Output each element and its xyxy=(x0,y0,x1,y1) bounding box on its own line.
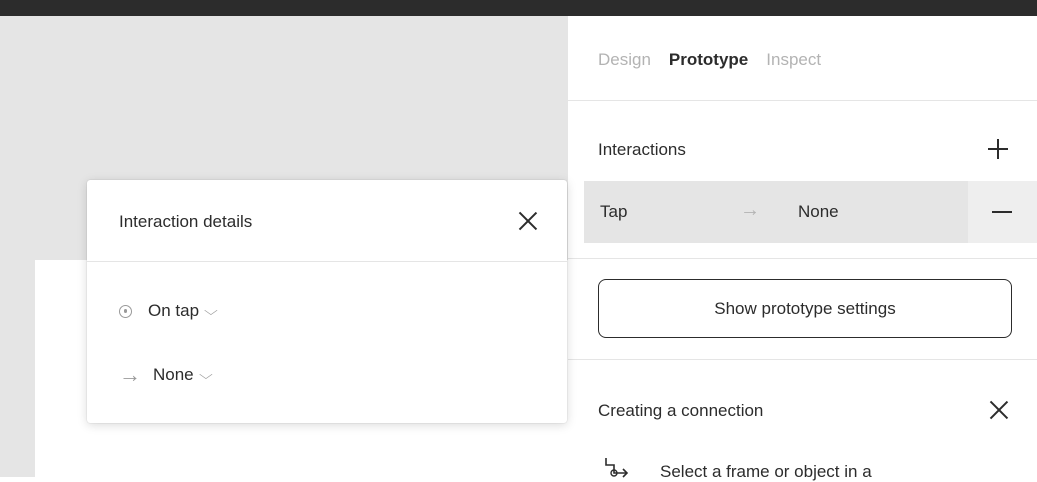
trigger-label: On tap xyxy=(148,301,200,320)
interactions-title: Interactions xyxy=(598,140,686,159)
properties-panel: Design Prototype Inspect Interactions Ta… xyxy=(568,16,1037,481)
add-interaction-plus-icon[interactable] xyxy=(985,136,1011,162)
tab-inspect[interactable]: Inspect xyxy=(766,50,821,70)
action-dropdown[interactable]: → None ⌵ xyxy=(119,362,213,387)
top-toolbar xyxy=(0,0,1037,16)
creating-connection-description: Select a frame or object in a xyxy=(660,462,872,481)
canvas-area-lower[interactable] xyxy=(0,260,35,477)
chevron-down-icon: ⌵ xyxy=(204,303,218,318)
tab-design[interactable]: Design xyxy=(598,50,651,70)
interaction-details-popup: Interaction details On tap ⌵ → None ⌵ xyxy=(87,180,567,423)
interaction-row[interactable]: Tap → None xyxy=(584,181,968,243)
chevron-down-icon: ⌵ xyxy=(198,367,213,382)
arrow-right-icon: → xyxy=(119,362,141,387)
divider xyxy=(568,359,1037,360)
action-label: None xyxy=(153,365,194,384)
connection-icon xyxy=(605,458,629,478)
show-prototype-settings-button[interactable]: Show prototype settings xyxy=(598,279,1012,338)
remove-interaction-minus-icon[interactable] xyxy=(968,181,1037,243)
arrow-right-icon: → xyxy=(740,199,760,221)
divider xyxy=(87,261,567,262)
popup-title: Interaction details xyxy=(119,212,253,231)
tab-prototype[interactable]: Prototype xyxy=(669,50,748,70)
close-icon[interactable] xyxy=(516,209,540,233)
interaction-destination: None xyxy=(798,202,839,221)
trigger-target-icon xyxy=(119,304,132,318)
divider xyxy=(568,258,1037,259)
panel-tabs: Design Prototype Inspect xyxy=(598,50,821,70)
trigger-dropdown[interactable]: On tap ⌵ xyxy=(119,301,218,321)
close-icon[interactable] xyxy=(987,398,1011,422)
creating-connection-title: Creating a connection xyxy=(598,401,764,420)
divider xyxy=(568,100,1037,101)
interaction-trigger: Tap xyxy=(600,202,628,221)
